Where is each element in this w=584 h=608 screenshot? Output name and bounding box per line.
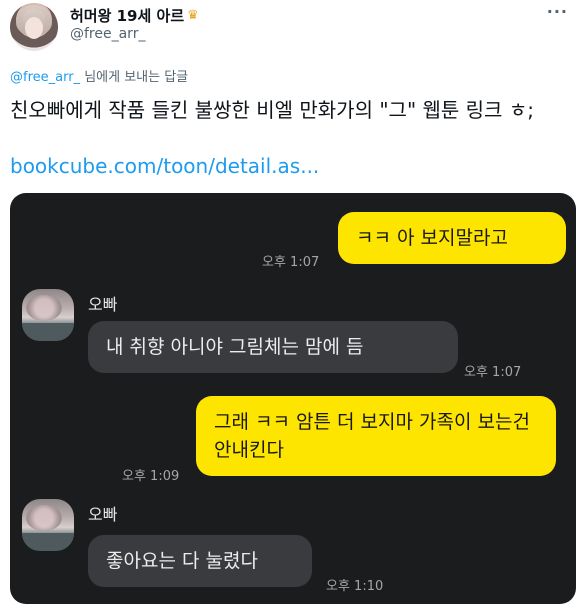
tweet-header: 허머왕 19세 아르 ♛ @free_arr_ ··· bbox=[10, 0, 574, 60]
outgoing-message-bubble: 그래 ㅋㅋ 암튼 더 보지마 가족이 보는건 안내킨다 bbox=[196, 396, 556, 476]
display-name[interactable]: 허머왕 19세 아르 bbox=[70, 5, 184, 26]
avatar-face bbox=[25, 17, 43, 39]
message-timestamp: 오후 1:09 bbox=[122, 469, 180, 484]
profile-water bbox=[22, 533, 74, 551]
profile-tree bbox=[26, 295, 62, 321]
message-timestamp: 오후 1:07 bbox=[262, 255, 320, 270]
reply-mention-link[interactable]: @free_arr_ bbox=[10, 70, 80, 85]
message-timestamp: 오후 1:07 bbox=[464, 365, 522, 380]
outgoing-message-bubble: ㅋㅋ 아 보지말라고 bbox=[338, 212, 566, 264]
user-handle[interactable]: @free_arr_ bbox=[70, 26, 145, 42]
incoming-message-bubble: 내 취향 아니야 그림체는 맘에 듬 bbox=[88, 321, 458, 373]
user-avatar[interactable] bbox=[10, 3, 58, 51]
reply-context: @free_arr_ 님에게 보내는 답글 bbox=[10, 66, 188, 85]
incoming-message-bubble: 좋아요는 다 눌렸다 bbox=[88, 535, 312, 587]
sender-name: 오빠 bbox=[88, 295, 118, 314]
crown-icon: ♛ bbox=[187, 8, 199, 23]
sender-name: 오빠 bbox=[88, 505, 118, 524]
tweet-link[interactable]: bookcube.com/toon/detail.as... bbox=[10, 154, 319, 178]
sender-profile-picture[interactable] bbox=[22, 289, 74, 341]
tweet-text: 친오빠에게 작품 들킨 불쌍한 비엘 만화가의 "그" 웹툰 링크 ㅎ; bbox=[10, 98, 534, 122]
reply-suffix: 님에게 보내는 답글 bbox=[80, 70, 189, 85]
profile-water bbox=[22, 323, 74, 341]
chat-screenshot-image[interactable]: ㅋㅋ 아 보지말라고 오후 1:07 오빠 내 취향 아니야 그림체는 맘에 듬… bbox=[10, 193, 576, 604]
more-options-icon[interactable]: ··· bbox=[547, 2, 568, 21]
sender-profile-picture[interactable] bbox=[22, 499, 74, 551]
name-row: 허머왕 19세 아르 ♛ bbox=[70, 5, 199, 26]
message-timestamp: 오후 1:10 bbox=[326, 579, 384, 594]
profile-tree bbox=[26, 505, 62, 531]
